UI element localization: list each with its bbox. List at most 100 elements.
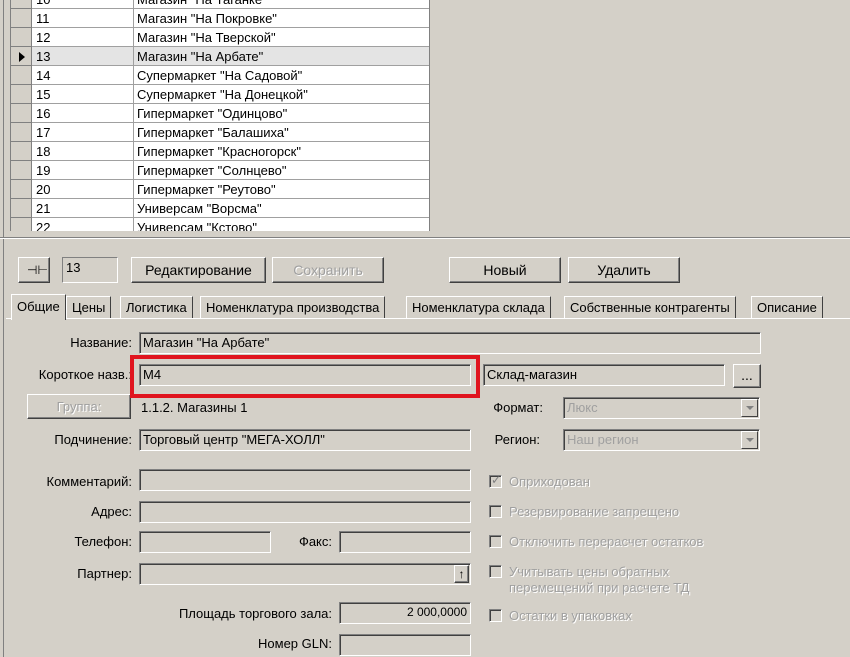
region-value: Наш регион bbox=[567, 432, 639, 447]
short-name-label: Короткое назв.: bbox=[38, 367, 132, 382]
arrow-up-icon[interactable]: ↑ bbox=[454, 565, 469, 583]
row-number[interactable]: 22 bbox=[32, 218, 134, 231]
row-indicator[interactable] bbox=[11, 123, 32, 142]
tab-prices[interactable]: Цены bbox=[66, 296, 112, 318]
row-indicator[interactable] bbox=[11, 0, 32, 9]
row-indicator[interactable] bbox=[11, 218, 32, 231]
pushpin-icon: ⊣⊢ bbox=[27, 263, 48, 277]
checkbox-box[interactable] bbox=[489, 609, 502, 622]
row-number[interactable]: 20 bbox=[32, 180, 134, 199]
row-name[interactable]: Супермаркет "На Садовой" bbox=[134, 66, 429, 85]
warehouse-type-field[interactable]: Склад-магазин bbox=[483, 364, 725, 386]
save-button[interactable]: Сохранить bbox=[272, 257, 384, 283]
checkbox-box[interactable] bbox=[489, 565, 502, 578]
row-indicator[interactable] bbox=[11, 199, 32, 218]
row-number[interactable]: 12 bbox=[32, 28, 134, 47]
table-row-selected[interactable]: 13 Магазин "На Арбате" bbox=[11, 47, 429, 66]
comment-label: Комментарий: bbox=[46, 474, 133, 489]
chevron-down-icon[interactable] bbox=[741, 399, 758, 417]
row-name[interactable]: Магазин "На Тверской" bbox=[134, 28, 429, 47]
tab-logistics[interactable]: Логистика bbox=[120, 296, 193, 318]
row-name[interactable]: Гипермаркет "Красногорск" bbox=[134, 142, 429, 161]
region-combo[interactable]: Наш регион bbox=[563, 429, 760, 451]
name-label: Название: bbox=[70, 335, 132, 350]
tab-description[interactable]: Описание bbox=[751, 296, 823, 318]
table-row[interactable]: 20 Гипермаркет "Реутово" bbox=[11, 180, 429, 199]
table-row[interactable]: 14 Супермаркет "На Садовой" bbox=[11, 66, 429, 85]
row-indicator[interactable] bbox=[11, 104, 32, 123]
address-field[interactable] bbox=[139, 501, 471, 523]
tab-general[interactable]: Общие bbox=[11, 294, 66, 320]
checkbox-label: Оприходован bbox=[509, 474, 590, 489]
row-name[interactable]: Магазин "На Покровке" bbox=[134, 9, 429, 28]
chevron-down-icon[interactable] bbox=[741, 431, 758, 449]
row-number[interactable]: 10 bbox=[32, 0, 134, 9]
format-combo[interactable]: Люкс bbox=[563, 397, 760, 419]
fax-field[interactable] bbox=[339, 531, 471, 553]
pin-button[interactable]: ⊣⊢ bbox=[18, 257, 50, 283]
row-number[interactable]: 11 bbox=[32, 9, 134, 28]
tab-own-counterparties[interactable]: Собственные контрагенты bbox=[564, 296, 736, 318]
table-row[interactable]: 16 Гипермаркет "Одинцово" bbox=[11, 104, 429, 123]
checkbox-box[interactable] bbox=[489, 505, 502, 518]
row-number[interactable]: 21 bbox=[32, 199, 134, 218]
row-name[interactable]: Гипермаркет "Солнцево" bbox=[134, 161, 429, 180]
table-row[interactable]: 19 Гипермаркет "Солнцево" bbox=[11, 161, 429, 180]
partner-field[interactable]: ↑ bbox=[139, 563, 471, 585]
row-name[interactable]: Магазин "На Таганке" bbox=[134, 0, 429, 9]
area-field[interactable]: 2 000,0000 bbox=[339, 602, 471, 624]
tab-warehouse-nomenclature[interactable]: Номенклатура склада bbox=[406, 296, 551, 318]
row-indicator[interactable] bbox=[11, 66, 32, 85]
gln-label: Номер GLN: bbox=[258, 636, 332, 651]
record-id-field[interactable]: 13 bbox=[62, 257, 118, 283]
browse-button[interactable]: ... bbox=[733, 364, 761, 388]
row-number[interactable]: 16 bbox=[32, 104, 134, 123]
row-indicator[interactable] bbox=[11, 9, 32, 28]
row-number[interactable]: 15 bbox=[32, 85, 134, 104]
row-indicator[interactable] bbox=[11, 28, 32, 47]
row-number[interactable]: 17 bbox=[32, 123, 134, 142]
table-row[interactable]: 10 Магазин "На Таганке" bbox=[11, 0, 429, 9]
table-row[interactable]: 22 Универсам "Кстово" bbox=[11, 218, 429, 231]
new-button[interactable]: Новый bbox=[449, 257, 561, 283]
table-row[interactable]: 15 Супермаркет "На Донецкой" bbox=[11, 85, 429, 104]
tab-production-nomenclature[interactable]: Номенклатура производства bbox=[200, 296, 386, 318]
checkbox-label-line2: перемещений при расчете ТД bbox=[509, 580, 690, 595]
phone-field[interactable] bbox=[139, 531, 271, 553]
checkbox-box[interactable] bbox=[489, 535, 502, 548]
group-button[interactable]: Группа: bbox=[27, 394, 131, 419]
row-indicator[interactable] bbox=[11, 142, 32, 161]
name-field[interactable]: Магазин "На Арбате" bbox=[139, 332, 761, 354]
gln-field[interactable] bbox=[339, 634, 471, 656]
table-row[interactable]: 18 Гипермаркет "Красногорск" bbox=[11, 142, 429, 161]
stores-grid[interactable]: 10 Магазин "На Таганке" 11 Магазин "На П… bbox=[10, 0, 430, 231]
pane-splitter[interactable] bbox=[0, 233, 850, 241]
row-name[interactable]: Супермаркет "На Донецкой" bbox=[134, 85, 429, 104]
row-indicator[interactable] bbox=[11, 180, 32, 199]
delete-button[interactable]: Удалить bbox=[568, 257, 680, 283]
row-name[interactable]: Гипермаркет "Одинцово" bbox=[134, 104, 429, 123]
row-number[interactable]: 19 bbox=[32, 161, 134, 180]
row-name[interactable]: Гипермаркет "Реутово" bbox=[134, 180, 429, 199]
row-name[interactable]: Магазин "На Арбате" bbox=[134, 47, 429, 66]
checkbox-box[interactable] bbox=[489, 473, 502, 488]
edit-button[interactable]: Редактирование bbox=[131, 257, 266, 283]
row-name[interactable]: Универсам "Кстово" bbox=[134, 218, 429, 231]
row-number[interactable]: 13 bbox=[32, 47, 134, 66]
row-name[interactable]: Гипермаркет "Балашиха" bbox=[134, 123, 429, 142]
row-indicator[interactable] bbox=[11, 47, 32, 66]
row-name[interactable]: Универсам "Ворсма" bbox=[134, 199, 429, 218]
partner-label: Партнер: bbox=[77, 566, 132, 581]
table-row[interactable]: 17 Гипермаркет "Балашиха" bbox=[11, 123, 429, 142]
row-number[interactable]: 18 bbox=[32, 142, 134, 161]
row-indicator[interactable] bbox=[11, 161, 32, 180]
checkbox-label: Отключить перерасчет остатков bbox=[509, 534, 704, 549]
comment-field[interactable] bbox=[139, 469, 471, 491]
subordination-field[interactable]: Торговый центр "МЕГА-ХОЛЛ" bbox=[139, 429, 471, 451]
checkbox-label: Остатки в упаковках bbox=[509, 608, 632, 623]
row-indicator[interactable] bbox=[11, 85, 32, 104]
table-row[interactable]: 21 Универсам "Ворсма" bbox=[11, 199, 429, 218]
table-row[interactable]: 11 Магазин "На Покровке" bbox=[11, 9, 429, 28]
table-row[interactable]: 12 Магазин "На Тверской" bbox=[11, 28, 429, 47]
row-number[interactable]: 14 bbox=[32, 66, 134, 85]
